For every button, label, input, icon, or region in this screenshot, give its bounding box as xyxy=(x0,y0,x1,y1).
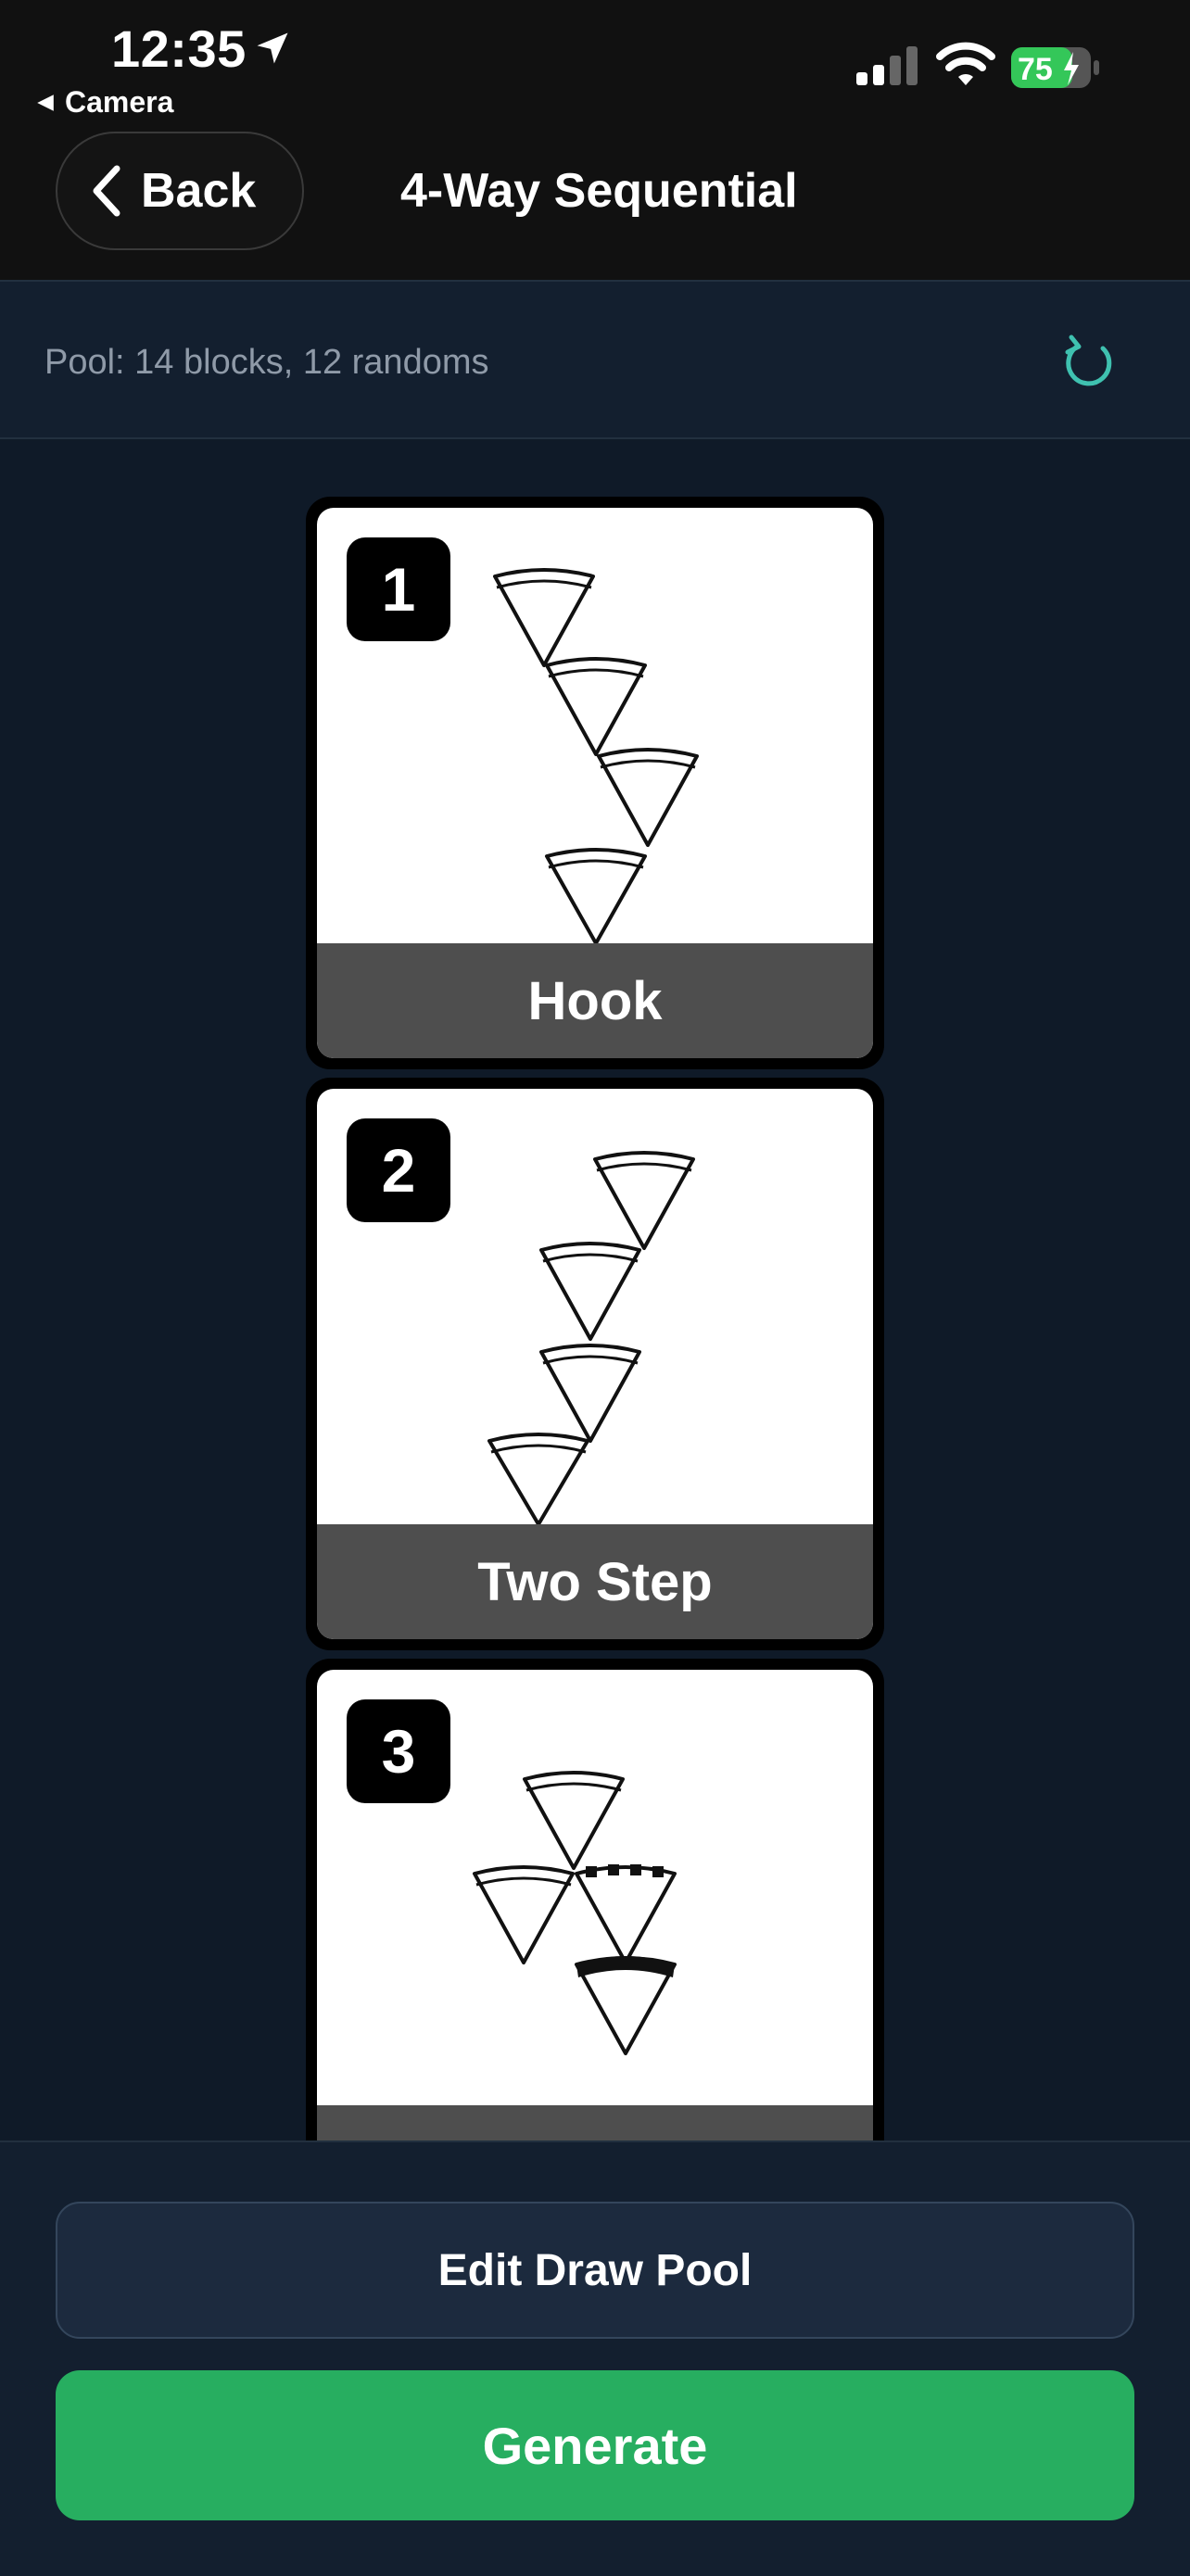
wifi-icon xyxy=(936,39,995,92)
generate-button[interactable]: Generate xyxy=(56,2370,1134,2520)
card-label: Hook xyxy=(317,943,873,1058)
formation-card[interactable]: 1 Hook xyxy=(306,497,884,1069)
back-triangle-icon xyxy=(37,94,54,111)
top-bar: 12:35 Camera 75 Back 4-Way Sequential xyxy=(0,0,1190,280)
chevron-left-icon xyxy=(93,165,120,217)
card-number: 2 xyxy=(347,1118,450,1222)
location-arrow-icon xyxy=(252,28,293,73)
page-title: 4-Way Sequential xyxy=(400,164,798,218)
back-button[interactable]: Back xyxy=(56,132,304,250)
pool-summary-row: Pool: 14 blocks, 12 randoms xyxy=(0,280,1190,439)
formation-card[interactable]: 2 Two Step xyxy=(306,1078,884,1650)
card-number: 3 xyxy=(347,1699,450,1803)
pool-summary-text: Pool: 14 blocks, 12 randoms xyxy=(44,343,489,382)
card-number: 1 xyxy=(347,537,450,641)
refresh-icon[interactable] xyxy=(1062,332,1118,396)
back-button-label: Back xyxy=(141,164,257,218)
status-time: 12:35 xyxy=(111,19,247,78)
back-app-label: Camera xyxy=(65,85,174,119)
card-label: Two Step xyxy=(317,1524,873,1639)
bottom-action-panel: Edit Draw Pool Generate xyxy=(0,2140,1190,2576)
back-to-app-link[interactable]: Camera xyxy=(35,85,173,120)
edit-draw-pool-button[interactable]: Edit Draw Pool xyxy=(56,2202,1134,2339)
battery-icon: 75 xyxy=(1010,46,1103,95)
battery-percent: 75 xyxy=(1018,52,1053,87)
cellular-signal-icon xyxy=(855,44,919,90)
